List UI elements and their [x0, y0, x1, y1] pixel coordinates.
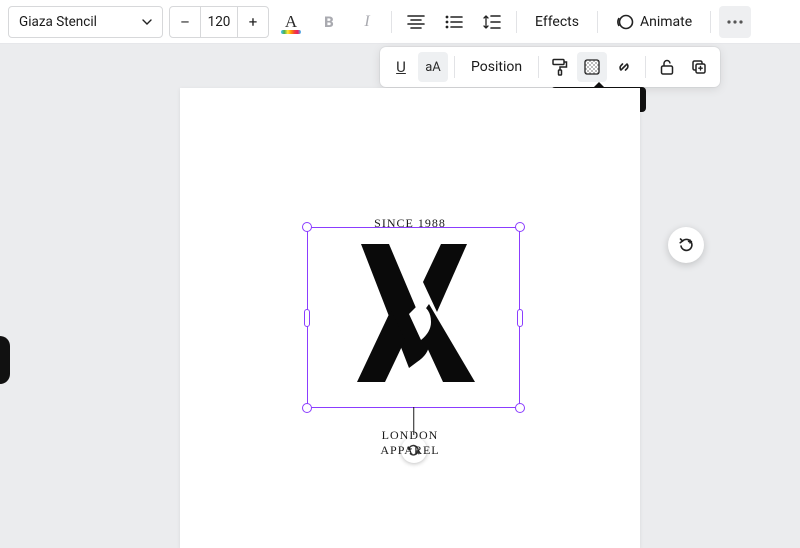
resize-handle-right[interactable]: [517, 309, 523, 327]
list-icon: [445, 15, 463, 29]
divider: [597, 11, 598, 33]
position-button[interactable]: Position: [461, 52, 532, 82]
font-family-select[interactable]: Giaza Stencil: [8, 6, 163, 38]
underline-icon: U: [396, 58, 406, 76]
resize-handle-br[interactable]: [515, 403, 525, 413]
underline-button[interactable]: U: [386, 52, 416, 82]
uppercase-icon: aA: [425, 60, 441, 75]
spacing-icon: [483, 14, 501, 30]
divider: [391, 11, 392, 33]
more-button[interactable]: [719, 6, 751, 38]
format-painter-button[interactable]: [545, 52, 575, 82]
logo-x-glyph[interactable]: [349, 244, 479, 384]
list-button[interactable]: [438, 6, 470, 38]
resize-handle-tl[interactable]: [302, 222, 312, 232]
text-toolbar: Giaza Stencil – 120 + A B I Effects Anim…: [0, 0, 800, 44]
font-family-label: Giaza Stencil: [19, 14, 97, 30]
design-canvas[interactable]: SINCE 1988 LONDON APPAREL: [180, 88, 640, 548]
divider: [645, 56, 646, 78]
lock-button[interactable]: [652, 52, 682, 82]
refresh-plus-icon: [677, 236, 695, 254]
selection-box[interactable]: [307, 227, 520, 408]
resize-handle-left[interactable]: [304, 309, 310, 327]
divider: [538, 56, 539, 78]
link-icon: [615, 58, 633, 76]
left-panel-toggle[interactable]: [0, 336, 10, 384]
align-icon: [407, 15, 425, 29]
text-color-button[interactable]: A: [275, 6, 307, 38]
font-size-value[interactable]: 120: [200, 7, 238, 37]
alignment-button[interactable]: [400, 6, 432, 38]
add-page-button[interactable]: [668, 227, 704, 263]
animate-icon: [616, 13, 634, 31]
floating-toolbar: U aA Position: [380, 47, 720, 87]
bold-icon: B: [324, 13, 334, 31]
color-spectrum-icon: [281, 30, 301, 34]
resize-handle-bl[interactable]: [302, 403, 312, 413]
text-color-icon: A: [285, 12, 297, 32]
spacing-button[interactable]: [476, 6, 508, 38]
effects-button[interactable]: Effects: [525, 6, 589, 38]
effects-label: Effects: [535, 14, 579, 30]
chevron-down-icon: [142, 17, 152, 27]
duplicate-icon: [690, 58, 708, 76]
unlock-icon: [659, 58, 675, 76]
italic-icon: I: [364, 13, 369, 31]
resize-handle-tr[interactable]: [515, 222, 525, 232]
position-label: Position: [471, 59, 522, 75]
paint-roller-icon: [551, 58, 569, 76]
animate-label: Animate: [640, 14, 692, 30]
transparency-button[interactable]: [577, 52, 607, 82]
font-size-increase[interactable]: +: [238, 7, 268, 37]
more-icon: [726, 20, 744, 24]
bold-button[interactable]: B: [313, 6, 345, 38]
text-london[interactable]: LONDON APPAREL: [380, 428, 439, 458]
link-button[interactable]: [609, 52, 639, 82]
duplicate-button[interactable]: [684, 52, 714, 82]
font-size-group: – 120 +: [169, 6, 269, 38]
animate-button[interactable]: Animate: [606, 6, 702, 38]
italic-button[interactable]: I: [351, 6, 383, 38]
transparency-icon: [583, 58, 601, 76]
divider: [710, 11, 711, 33]
divider: [516, 11, 517, 33]
divider: [454, 56, 455, 78]
uppercase-button[interactable]: aA: [418, 52, 448, 82]
font-size-decrease[interactable]: –: [170, 7, 200, 37]
